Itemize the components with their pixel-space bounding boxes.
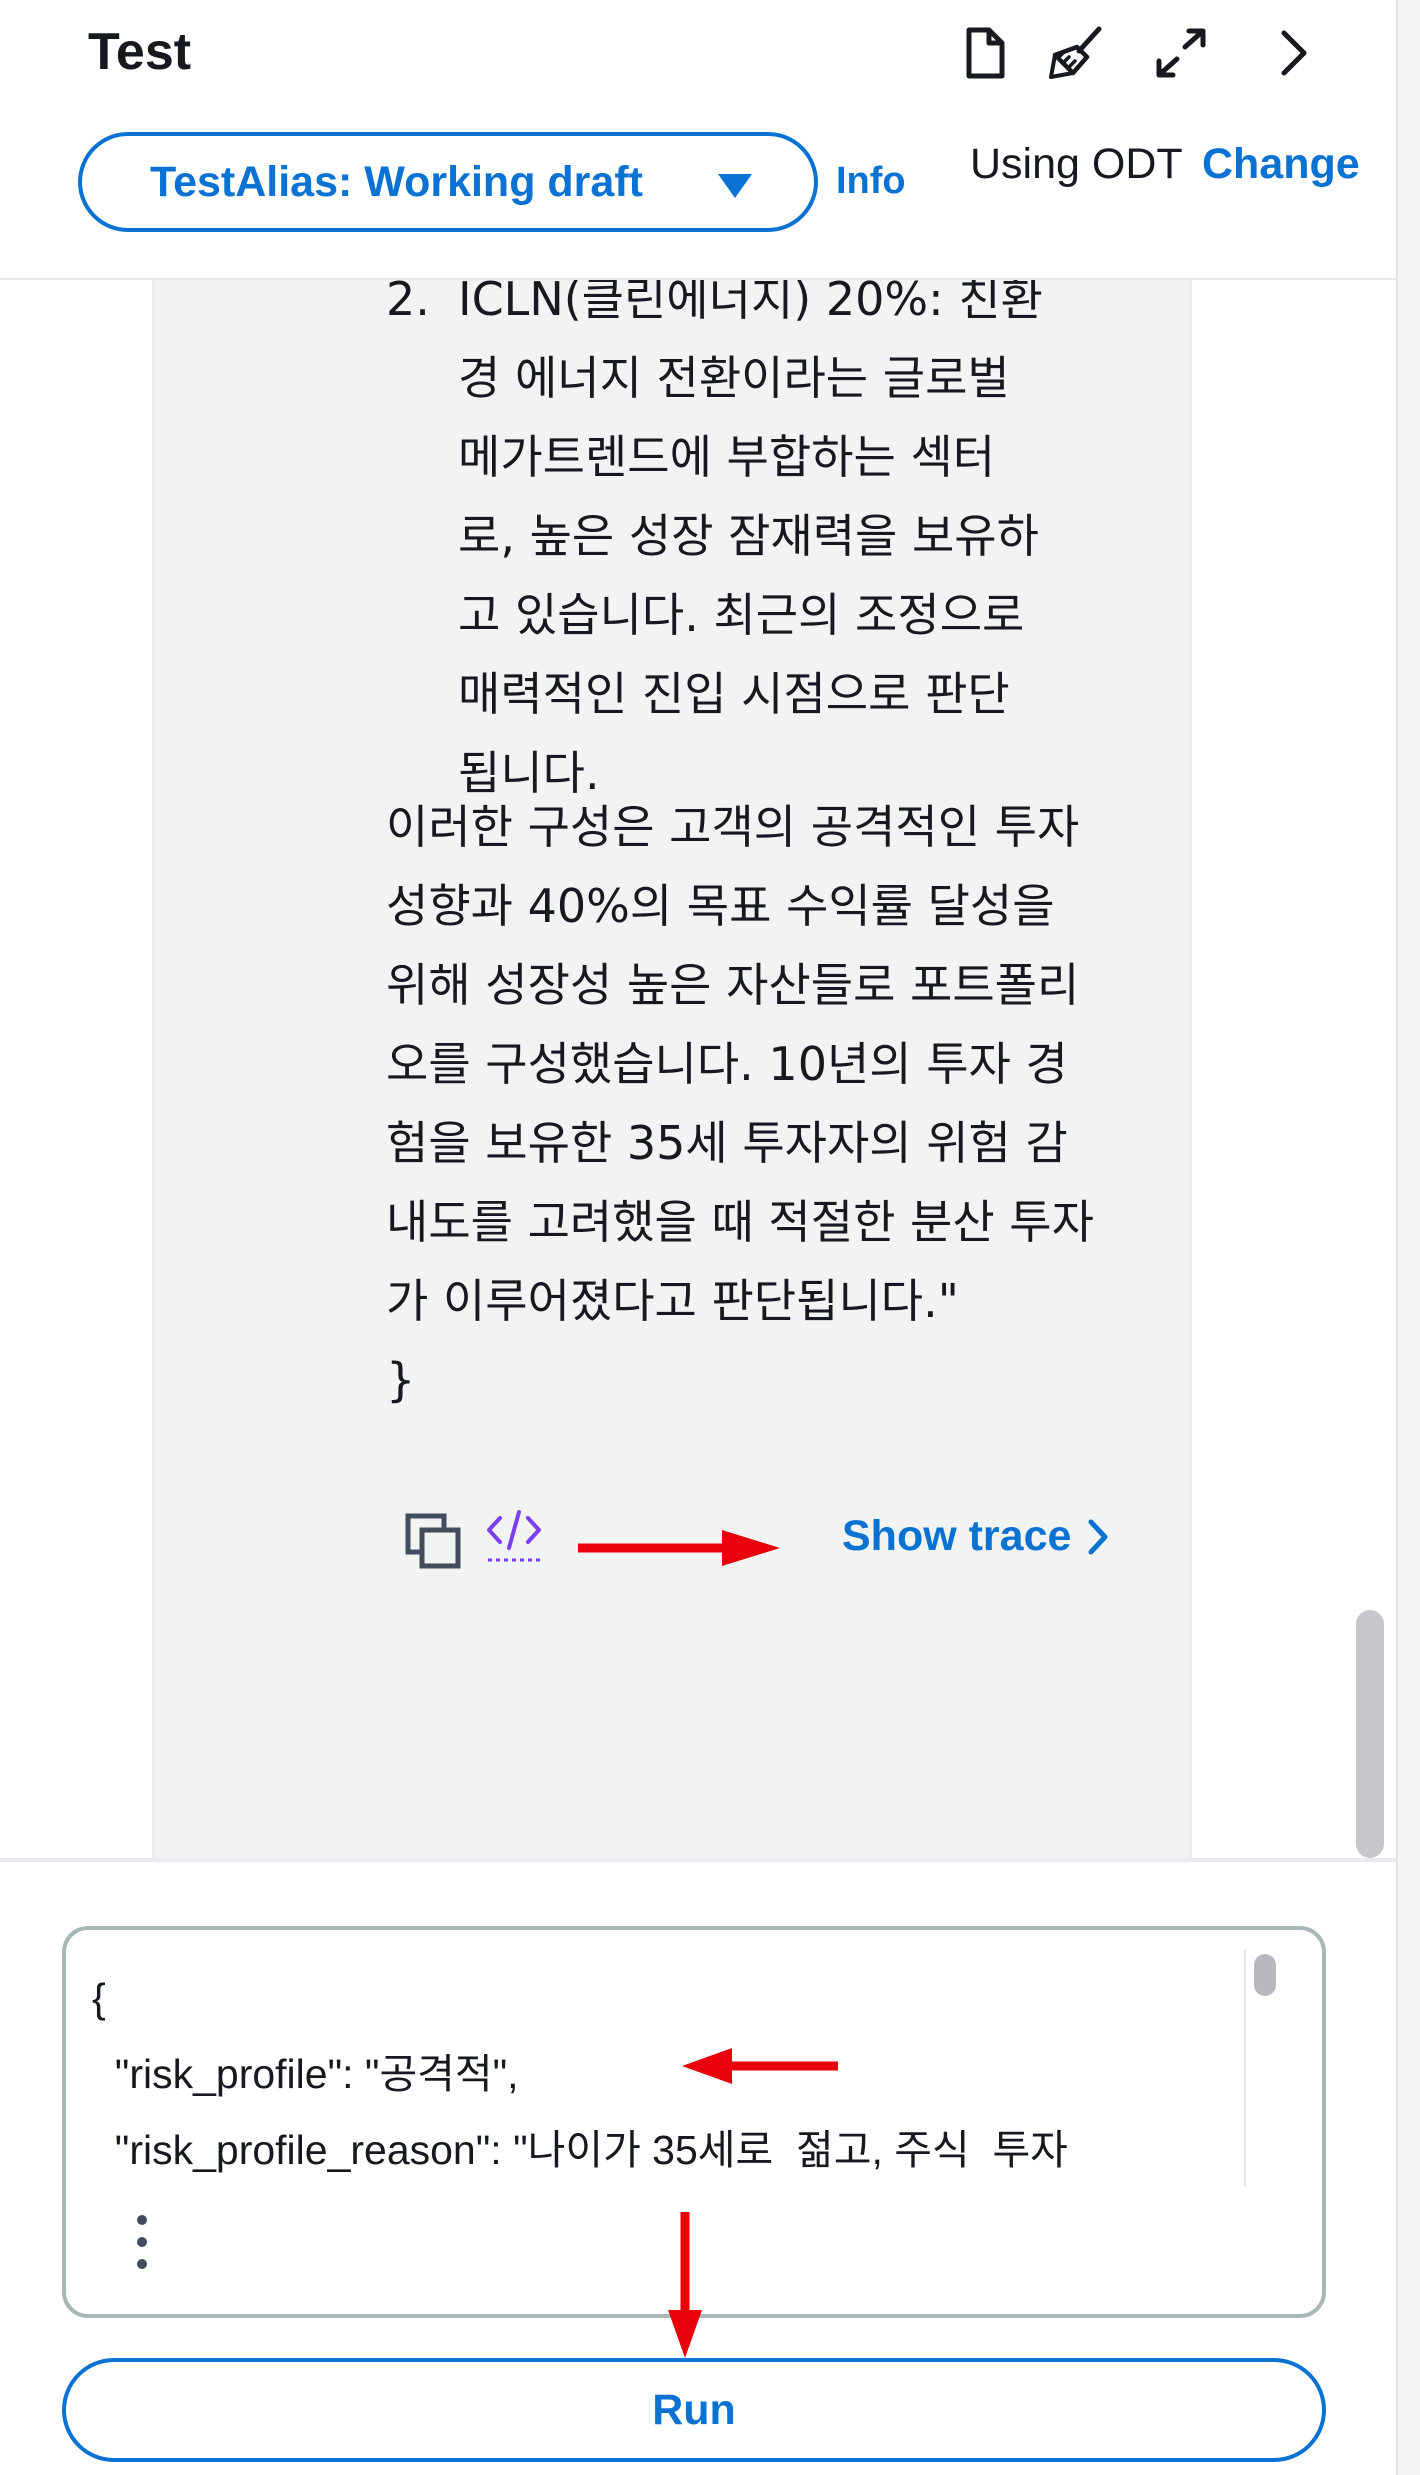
prompt-input[interactable]: { "risk_profile": "공격적", "risk_profile_r… [62,1926,1326,2318]
input-line: { [92,1975,106,2021]
chevron-right-icon [1088,1519,1108,1554]
paragraph-line: 오를 구성했습니다. 10년의 투자 경 [386,1037,1068,1091]
paragraph-line: 성향과 40%의 목표 수익률 달성을 [386,879,1055,933]
list-line: 고 있습니다. 최근의 조정으로 [458,588,1025,642]
input-line: "risk_profile_reason": "나이가 35세로 젊고, 주식 … [92,2127,1068,2173]
input-scrollbar[interactable] [1244,1950,1290,2186]
response-list-item: 2. ICLN(클린에너지) 20%: 친환 경 에너지 전환이라는 글로벌 메… [386,280,1043,813]
vertical-ellipsis-icon[interactable] [130,2212,154,2272]
broom-icon[interactable] [1046,22,1104,84]
list-line: 경 에너지 전환이라는 글로벌 [458,351,1010,405]
list-line: 매력적인 진입 시점으로 판단 [458,667,1010,721]
change-link[interactable]: Change [1202,140,1360,189]
chevron-right-icon[interactable] [1264,22,1322,84]
input-line: "risk_profile": "공격적", [92,2051,519,2097]
chat-history[interactable]: 2. ICLN(클린에너지) 20%: 친환 경 에너지 전환이라는 글로벌 메… [0,280,1396,1858]
show-trace-link[interactable]: Show trace [842,1512,1109,1561]
paragraph-line: 이러한 구성은 고객의 공격적인 투자 [386,800,1080,854]
odt-status-text: Using ODT [970,140,1183,188]
chat-scrollbar[interactable] [1356,1610,1384,1858]
code-icon[interactable] [486,1508,542,1568]
list-line: ICLN(클린에너지) 20%: 친환 [458,280,1043,326]
list-line: 메가트렌드에 부합하는 섹터 [458,430,996,484]
alias-selector-label: TestAlias: Working draft [150,157,643,206]
caret-down-icon [718,174,752,198]
panel-edge [1396,0,1420,2475]
expand-icon[interactable] [1152,22,1210,84]
prompt-input-text[interactable]: { "risk_profile": "공격적", "risk_profile_r… [92,1960,1068,2188]
run-button[interactable]: Run [62,2358,1326,2462]
test-panel-header: Test TestAlias: Working draft Info Using… [0,0,1396,280]
paragraph-line: 험을 보유한 35세 투자자의 위험 감 [386,1116,1068,1170]
paragraph-line: } [386,1353,416,1407]
input-scrollbar-thumb[interactable] [1254,1954,1276,1996]
section-divider [0,1858,1396,1862]
response-paragraph: 이러한 구성은 고객의 공격적인 투자 성향과 40%의 목표 수익률 달성을 … [386,788,1094,1420]
paragraph-line: 가 이루어졌다고 판단됩니다." [386,1274,959,1328]
paragraph-line: 위해 성장성 높은 자산들로 포트폴리 [386,958,1080,1012]
document-icon[interactable] [956,22,1014,84]
panel-title: Test [88,23,192,81]
show-trace-label: Show trace [842,1512,1072,1560]
alias-selector-button[interactable]: TestAlias: Working draft [78,132,818,232]
list-line: 로, 높은 성장 잠재력을 보유하 [458,509,1039,563]
paragraph-line: 내도를 고려했을 때 적절한 분산 투자 [386,1195,1094,1249]
copy-icon[interactable] [404,1512,462,1570]
list-number: 2. [386,280,430,326]
info-link[interactable]: Info [836,160,906,203]
